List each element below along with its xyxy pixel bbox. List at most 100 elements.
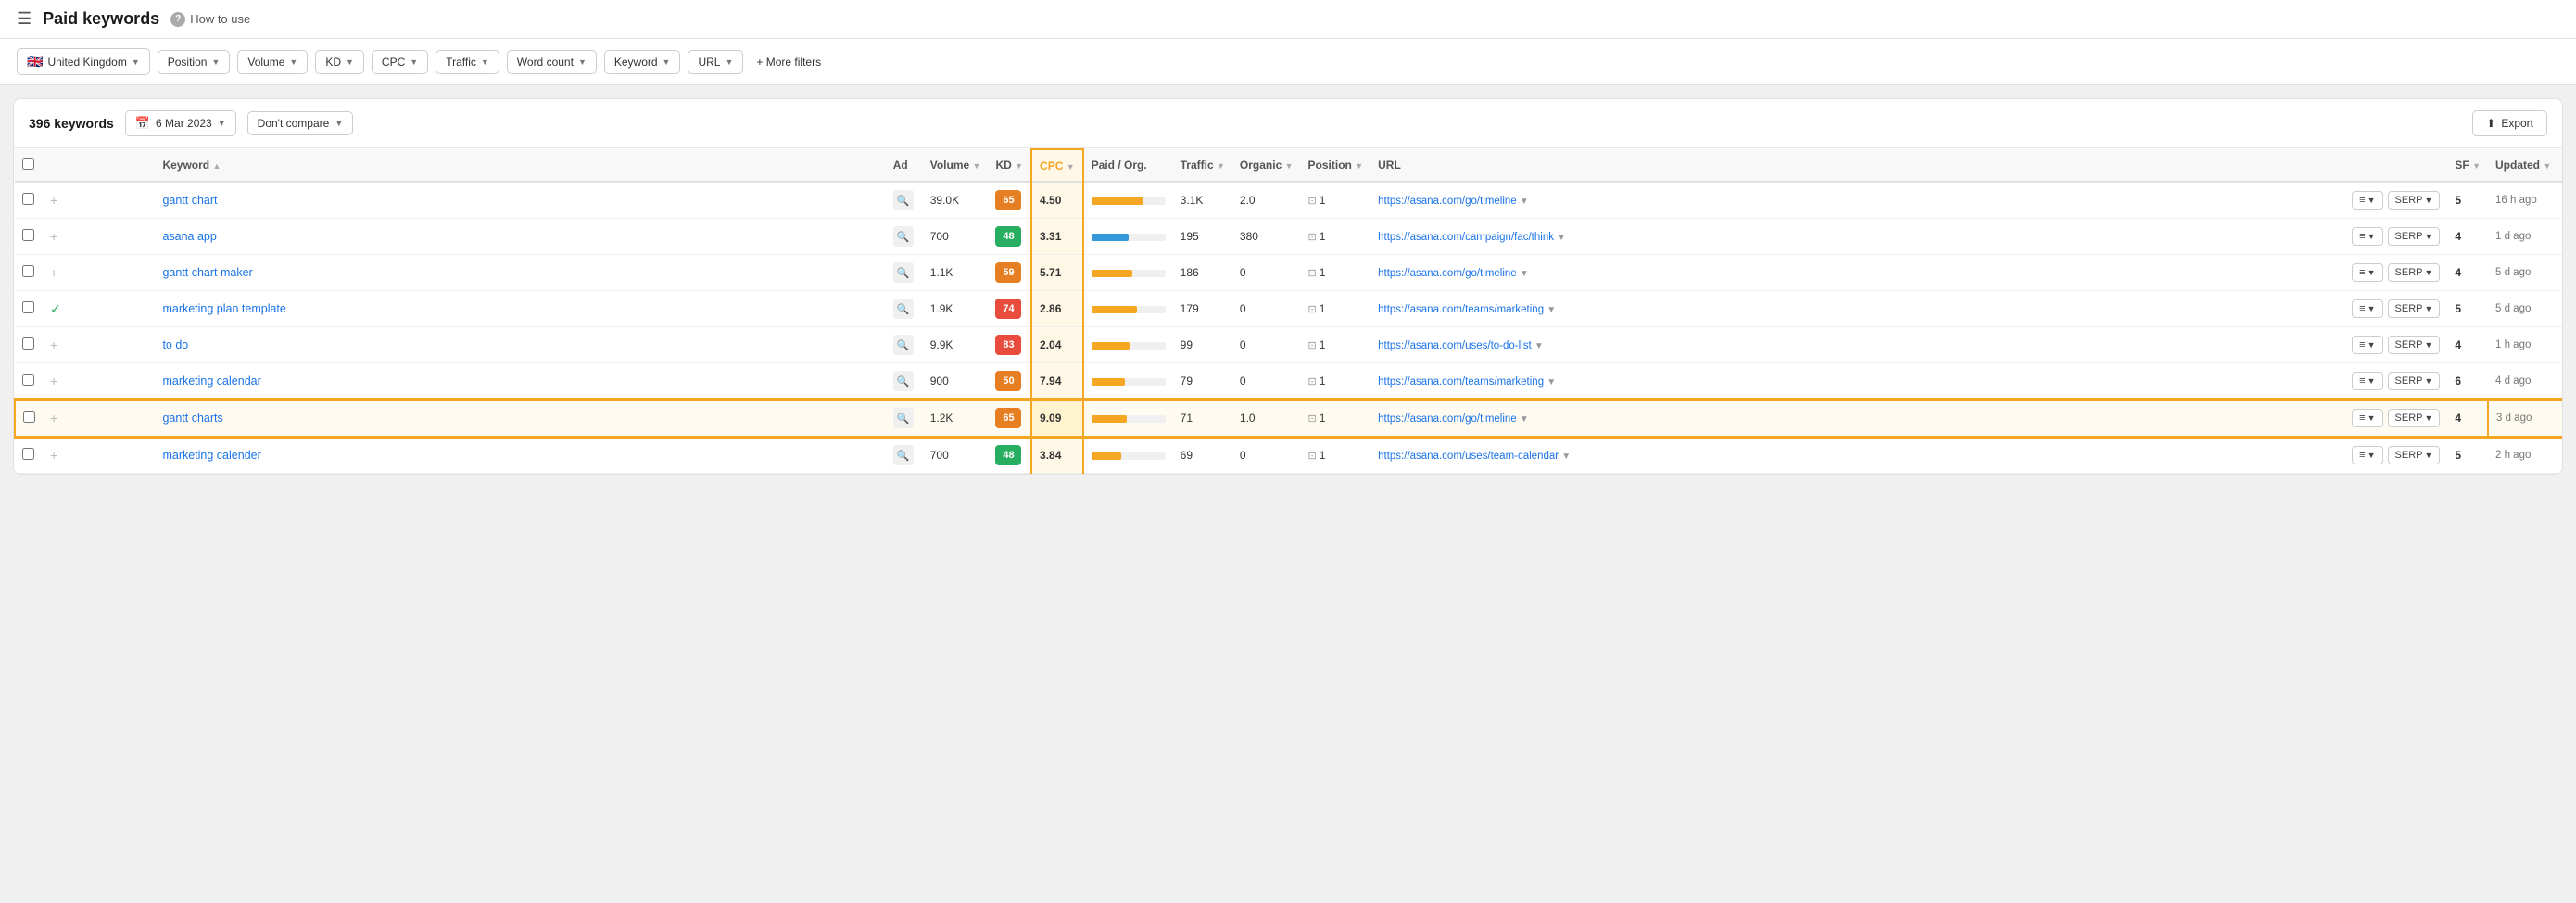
add-icon[interactable]: + bbox=[50, 448, 57, 463]
url-cell[interactable]: https://asana.com/go/timeline ▼ bbox=[1370, 255, 2344, 291]
add-btn-cell[interactable]: + bbox=[43, 219, 155, 255]
keyword-cell[interactable]: gantt chart bbox=[155, 182, 885, 219]
filter-action-btn[interactable]: ≡ ▼ bbox=[2352, 227, 2382, 246]
add-icon[interactable]: + bbox=[50, 229, 57, 244]
serp-btn[interactable]: SERP ▼ bbox=[2388, 191, 2441, 210]
filter-action-btn[interactable]: ≡ ▼ bbox=[2352, 191, 2382, 210]
kd-filter[interactable]: KD ▼ bbox=[315, 50, 364, 74]
th-traffic[interactable]: Traffic ▼ bbox=[1173, 149, 1232, 182]
cpc-filter[interactable]: CPC ▼ bbox=[372, 50, 428, 74]
search-icon[interactable]: 🔍 bbox=[893, 226, 914, 247]
menu-icon[interactable]: ☰ bbox=[17, 9, 32, 29]
search-icon[interactable]: 🔍 bbox=[893, 408, 914, 428]
url-cell[interactable]: https://asana.com/campaign/fac/think ▼ bbox=[1370, 219, 2344, 255]
add-icon[interactable]: + bbox=[50, 193, 57, 208]
serp-btn[interactable]: SERP ▼ bbox=[2388, 227, 2441, 246]
search-icon[interactable]: 🔍 bbox=[893, 335, 914, 355]
th-keyword[interactable]: Keyword ▲ bbox=[155, 149, 885, 182]
add-icon[interactable]: ✓ bbox=[50, 301, 61, 316]
add-btn-cell[interactable]: + bbox=[43, 327, 155, 363]
add-btn-cell[interactable]: + bbox=[43, 255, 155, 291]
add-icon[interactable]: + bbox=[50, 265, 57, 280]
row-checkbox-cell[interactable] bbox=[15, 437, 43, 474]
more-filters-btn[interactable]: + More filters bbox=[751, 51, 827, 73]
ad-cell[interactable]: 🔍 bbox=[886, 400, 923, 437]
row-checkbox-cell[interactable] bbox=[15, 327, 43, 363]
ad-cell[interactable]: 🔍 bbox=[886, 437, 923, 474]
row-checkbox[interactable] bbox=[22, 193, 34, 205]
add-btn-cell[interactable]: + bbox=[43, 363, 155, 401]
search-icon[interactable]: 🔍 bbox=[893, 445, 914, 465]
keyword-cell[interactable]: asana app bbox=[155, 219, 885, 255]
keyword-cell[interactable]: marketing calendar bbox=[155, 363, 885, 401]
ad-cell[interactable]: 🔍 bbox=[886, 327, 923, 363]
position-filter[interactable]: Position ▼ bbox=[158, 50, 231, 74]
filter-action-btn[interactable]: ≡ ▼ bbox=[2352, 409, 2382, 427]
row-checkbox[interactable] bbox=[22, 374, 34, 386]
search-icon[interactable]: 🔍 bbox=[893, 262, 914, 283]
ad-cell[interactable]: 🔍 bbox=[886, 255, 923, 291]
ad-cell[interactable]: 🔍 bbox=[886, 182, 923, 219]
add-btn-cell[interactable]: ✓ bbox=[43, 291, 155, 327]
keyword-cell[interactable]: gantt chart maker bbox=[155, 255, 885, 291]
keyword-cell[interactable]: marketing plan template bbox=[155, 291, 885, 327]
url-cell[interactable]: https://asana.com/teams/marketing ▼ bbox=[1370, 363, 2344, 401]
row-checkbox-cell[interactable] bbox=[15, 400, 43, 437]
add-icon[interactable]: + bbox=[50, 337, 57, 352]
filter-action-btn[interactable]: ≡ ▼ bbox=[2352, 299, 2382, 318]
row-checkbox-cell[interactable] bbox=[15, 182, 43, 219]
row-checkbox[interactable] bbox=[22, 265, 34, 277]
th-updated[interactable]: Updated ▼ bbox=[2488, 149, 2562, 182]
row-checkbox-cell[interactable] bbox=[15, 255, 43, 291]
th-ad[interactable]: Ad bbox=[886, 149, 923, 182]
row-checkbox[interactable] bbox=[22, 448, 34, 460]
ad-cell[interactable]: 🔍 bbox=[886, 219, 923, 255]
select-all-checkbox[interactable] bbox=[22, 158, 34, 170]
filter-action-btn[interactable]: ≡ ▼ bbox=[2352, 336, 2382, 354]
country-filter[interactable]: 🇬🇧 United Kingdom ▼ bbox=[17, 48, 150, 75]
th-position[interactable]: Position ▼ bbox=[1301, 149, 1371, 182]
th-kd[interactable]: KD ▼ bbox=[988, 149, 1031, 182]
serp-btn[interactable]: SERP ▼ bbox=[2388, 372, 2441, 390]
filter-action-btn[interactable]: ≡ ▼ bbox=[2352, 263, 2382, 282]
row-checkbox-cell[interactable] bbox=[15, 219, 43, 255]
row-checkbox[interactable] bbox=[23, 411, 35, 423]
th-url[interactable]: URL bbox=[1370, 149, 2344, 182]
serp-btn[interactable]: SERP ▼ bbox=[2388, 446, 2441, 464]
th-paid-org[interactable]: Paid / Org. bbox=[1083, 149, 1173, 182]
url-filter[interactable]: URL ▼ bbox=[688, 50, 743, 74]
volume-filter[interactable]: Volume ▼ bbox=[237, 50, 308, 74]
add-icon[interactable]: + bbox=[50, 411, 57, 426]
filter-action-btn[interactable]: ≡ ▼ bbox=[2352, 446, 2382, 464]
compare-btn[interactable]: Don't compare ▼ bbox=[247, 111, 354, 135]
row-checkbox[interactable] bbox=[22, 337, 34, 350]
serp-btn[interactable]: SERP ▼ bbox=[2388, 409, 2441, 427]
row-checkbox[interactable] bbox=[22, 301, 34, 313]
search-icon[interactable]: 🔍 bbox=[893, 299, 914, 319]
url-cell[interactable]: https://asana.com/teams/marketing ▼ bbox=[1370, 291, 2344, 327]
ad-cell[interactable]: 🔍 bbox=[886, 291, 923, 327]
search-icon[interactable]: 🔍 bbox=[893, 190, 914, 210]
add-btn-cell[interactable]: + bbox=[43, 182, 155, 219]
serp-btn[interactable]: SERP ▼ bbox=[2388, 263, 2441, 282]
row-checkbox-cell[interactable] bbox=[15, 363, 43, 401]
serp-btn[interactable]: SERP ▼ bbox=[2388, 336, 2441, 354]
word-count-filter[interactable]: Word count ▼ bbox=[507, 50, 597, 74]
date-filter-btn[interactable]: 📅 6 Mar 2023 ▼ bbox=[125, 110, 236, 136]
th-organic[interactable]: Organic ▼ bbox=[1232, 149, 1301, 182]
th-sf[interactable]: SF ▼ bbox=[2447, 149, 2488, 182]
serp-btn[interactable]: SERP ▼ bbox=[2388, 299, 2441, 318]
th-volume[interactable]: Volume ▼ bbox=[923, 149, 989, 182]
filter-action-btn[interactable]: ≡ ▼ bbox=[2352, 372, 2382, 390]
keyword-cell[interactable]: to do bbox=[155, 327, 885, 363]
traffic-filter[interactable]: Traffic ▼ bbox=[436, 50, 499, 74]
add-icon[interactable]: + bbox=[50, 374, 57, 388]
keyword-cell[interactable]: marketing calender bbox=[155, 437, 885, 474]
url-cell[interactable]: https://asana.com/uses/team-calendar ▼ bbox=[1370, 437, 2344, 474]
th-select-all[interactable] bbox=[15, 149, 43, 182]
url-cell[interactable]: https://asana.com/uses/to-do-list ▼ bbox=[1370, 327, 2344, 363]
ad-cell[interactable]: 🔍 bbox=[886, 363, 923, 401]
th-cpc[interactable]: CPC ▼ bbox=[1031, 149, 1083, 182]
export-btn[interactable]: ⬆ Export bbox=[2472, 110, 2547, 136]
add-btn-cell[interactable]: + bbox=[43, 437, 155, 474]
